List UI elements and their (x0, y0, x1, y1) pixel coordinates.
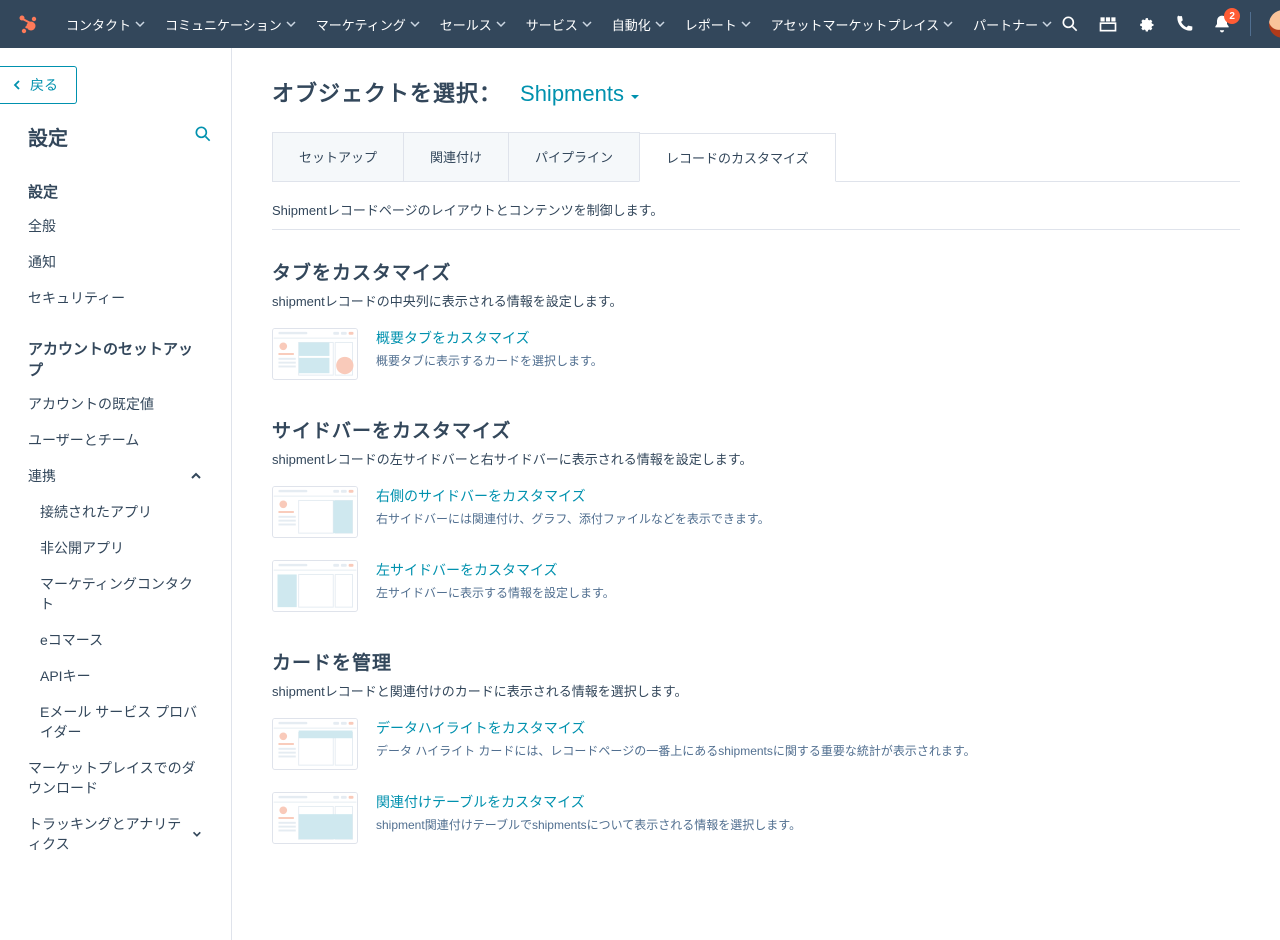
chevron-down-icon (191, 827, 203, 841)
card-row: 左サイドバーをカスタマイズ左サイドバーに表示する情報を設定します。 (272, 560, 1172, 612)
chevron-down-icon (655, 19, 665, 29)
chevron-down-icon (582, 19, 592, 29)
card-link[interactable]: データハイライトをカスタマイズ (376, 718, 1172, 738)
section-title: タブをカスタマイズ (272, 258, 1172, 285)
card-link[interactable]: 左サイドバーをカスタマイズ (376, 560, 1172, 580)
search-icon[interactable] (1060, 14, 1080, 34)
nav-item[interactable]: 自動化 (604, 9, 673, 40)
back-button[interactable]: 戻る (0, 66, 77, 104)
tab[interactable]: セットアップ (272, 132, 404, 181)
sidebar-item-email-provider[interactable]: Eメール サービス プロバイダー (0, 694, 231, 750)
nav-item[interactable]: パートナー (965, 9, 1060, 40)
sidebar-item-general[interactable]: 全般 (0, 208, 231, 244)
sidebar-item-marketplace-downloads[interactable]: マーケットプレイスでのダウンロード (0, 750, 231, 806)
section-desc: shipmentレコードの中央列に表示される情報を設定します。 (272, 291, 1172, 310)
object-picker[interactable]: Shipments (520, 81, 640, 107)
sidebar-item-connected-apps[interactable]: 接続されたアプリ (0, 494, 231, 530)
caret-down-icon (630, 92, 640, 102)
chevron-down-icon (1042, 19, 1052, 29)
card-row: データハイライトをカスタマイズデータ ハイライト カードには、レコードページの一… (272, 718, 1172, 770)
nav-item[interactable]: サービス (518, 9, 600, 40)
tabs: セットアップ関連付けパイプラインレコードのカスタマイズ (272, 132, 1240, 182)
tab[interactable]: パイプライン (508, 132, 640, 181)
layout-thumbnail-icon (272, 328, 358, 380)
phone-icon[interactable] (1174, 14, 1194, 34)
sidebar-section-settings: 設定 (0, 159, 231, 208)
sidebar-item-users-teams[interactable]: ユーザーとチーム (0, 422, 231, 458)
notification-badge: 2 (1224, 8, 1240, 24)
card-row: 概要タブをカスタマイズ概要タブに表示するカードを選択します。 (272, 328, 1172, 380)
sidebar-item-account-defaults[interactable]: アカウントの既定値 (0, 386, 231, 422)
gear-icon[interactable] (1136, 14, 1156, 34)
chevron-down-icon (286, 19, 296, 29)
sidebar-item-private-apps[interactable]: 非公開アプリ (0, 530, 231, 566)
layout-thumbnail-icon (272, 718, 358, 770)
main-content: オブジェクトを選択： Shipments セットアップ関連付けパイプラインレコー… (232, 48, 1280, 940)
sidebar-item-security[interactable]: セキュリティー (0, 280, 231, 316)
sidebar-item-marketing-contacts[interactable]: マーケティングコンタクト (0, 566, 231, 622)
nav-item[interactable]: コンタクト (58, 9, 153, 40)
nav-divider (1250, 12, 1251, 36)
tab[interactable]: レコードのカスタマイズ (639, 133, 836, 182)
card-row: 関連付けテーブルをカスタマイズ shipment関連付けテーブルでshipment… (272, 792, 1172, 844)
back-label: 戻る (30, 75, 58, 95)
sidebar-item-integrations[interactable]: 連携 (0, 458, 231, 494)
nav-item[interactable]: セールス (432, 9, 514, 40)
section: サイドバーをカスタマイズ shipmentレコードの左サイドバーと右サイドバーに表… (272, 416, 1172, 612)
chevron-left-icon (12, 80, 22, 90)
card-row: 右側のサイドバーをカスタマイズ右サイドバーには関連付け、グラフ、添付ファイルなど… (272, 486, 1172, 538)
sidebar: 戻る 設定 設定 全般 通知 セキュリティー アカウントのセットアップ アカウン… (0, 48, 232, 940)
layout-thumbnail-icon (272, 560, 358, 612)
card-desc: shipment関連付けテーブルでshipmentsについて表示される情報を選択… (376, 816, 1172, 833)
tab[interactable]: 関連付け (403, 132, 509, 181)
card-link[interactable]: 関連付けテーブルをカスタマイズ (376, 792, 1172, 812)
chevron-down-icon (943, 19, 953, 29)
page-subtext: Shipmentレコードページのレイアウトとコンテンツを制御します。 (272, 200, 1240, 219)
section-title: カードを管理 (272, 648, 1172, 675)
sidebar-item-notifications[interactable]: 通知 (0, 244, 231, 280)
bell-icon[interactable]: 2 (1212, 14, 1232, 34)
section: タブをカスタマイズ shipmentレコードの中央列に表示される情報を設定します。… (272, 258, 1172, 380)
object-select-label: オブジェクトを選択： (272, 76, 502, 108)
card-desc: 右サイドバーには関連付け、グラフ、添付ファイルなどを表示できます。 (376, 510, 1172, 527)
sidebar-section-account: アカウントのセットアップ (0, 316, 231, 386)
section-title: サイドバーをカスタマイズ (272, 416, 1172, 443)
hubspot-logo-icon[interactable] (16, 12, 40, 36)
sidebar-item-ecommerce[interactable]: eコマース (0, 622, 231, 658)
marketplace-icon[interactable] (1098, 14, 1118, 34)
chevron-down-icon (741, 19, 751, 29)
sidebar-item-api-key[interactable]: APIキー (0, 658, 231, 694)
card-link[interactable]: 概要タブをカスタマイズ (376, 328, 1172, 348)
section: カードを管理 shipmentレコードと関連付けのカードに表示される情報を選択しま… (272, 648, 1172, 844)
nav-item[interactable]: アセットマーケットプレイス (763, 9, 961, 40)
nav-item[interactable]: マーケティング (308, 9, 428, 40)
card-link[interactable]: 右側のサイドバーをカスタマイズ (376, 486, 1172, 506)
layout-thumbnail-icon (272, 792, 358, 844)
section-desc: shipmentレコードと関連付けのカードに表示される情報を選択します。 (272, 681, 1172, 700)
divider (272, 229, 1240, 230)
card-desc: 概要タブに表示するカードを選択します。 (376, 352, 1172, 369)
chevron-down-icon (135, 19, 145, 29)
object-picker-value: Shipments (520, 81, 624, 107)
chevron-down-icon (410, 19, 420, 29)
chevron-down-icon (189, 469, 203, 483)
sidebar-title: 設定 (28, 122, 68, 151)
nav-item[interactable]: レポート (677, 9, 759, 40)
card-desc: データ ハイライト カードには、レコードページの一番上にあるshipmentsに… (376, 742, 1172, 759)
account-menu[interactable] (1269, 10, 1280, 38)
layout-thumbnail-icon (272, 486, 358, 538)
sidebar-search-icon[interactable] (193, 124, 213, 149)
sidebar-item-tracking[interactable]: トラッキングとアナリティクス (0, 806, 231, 862)
chevron-down-icon (496, 19, 506, 29)
nav-item[interactable]: コミュニケーション (157, 9, 304, 40)
top-nav: コンタクトコミュニケーションマーケティングセールスサービス自動化レポートアセット… (0, 0, 1280, 48)
avatar (1269, 10, 1280, 38)
section-desc: shipmentレコードの左サイドバーと右サイドバーに表示される情報を設定します… (272, 449, 1172, 468)
card-desc: 左サイドバーに表示する情報を設定します。 (376, 584, 1172, 601)
